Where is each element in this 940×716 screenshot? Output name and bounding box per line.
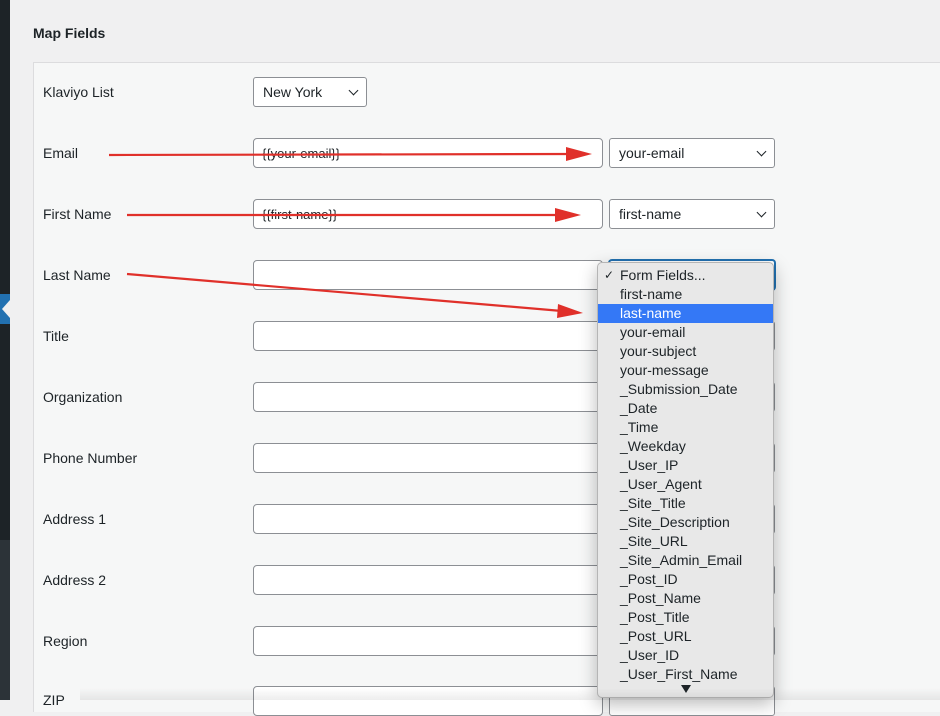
dropdown-option-label: _User_ID <box>620 647 680 663</box>
menu-pointer-icon <box>2 300 10 318</box>
dropdown-option-label: _Site_Admin_Email <box>620 552 743 568</box>
dropdown-option-label: _Post_ID <box>620 571 678 587</box>
dropdown-option-label: your-subject <box>620 343 697 359</box>
dropdown-option[interactable]: first-name <box>598 285 773 304</box>
dropdown-option[interactable]: _Site_Admin_Email <box>598 551 773 570</box>
klaviyo-list-value: New York <box>263 84 323 100</box>
dropdown-option-label: _User_IP <box>620 457 679 473</box>
dropdown-option[interactable]: _Submission_Date <box>598 380 773 399</box>
label-email: Email <box>43 145 79 161</box>
label-first-name: First Name <box>43 206 112 222</box>
phone-number-field[interactable] <box>253 443 603 473</box>
label-address-1: Address 1 <box>43 511 107 527</box>
dropdown-option[interactable]: _Site_URL <box>598 532 773 551</box>
email-select-value: your-email <box>619 145 685 161</box>
dropdown-option-label: Form Fields... <box>620 267 706 283</box>
label-title: Title <box>43 328 69 344</box>
label-klaviyo-list: Klaviyo List <box>43 84 114 100</box>
checkmark-icon: ✓ <box>604 268 615 282</box>
dropdown-option[interactable]: your-message <box>598 361 773 380</box>
dropdown-option[interactable]: _User_IP <box>598 456 773 475</box>
dropdown-option-label: _Post_Title <box>620 609 690 625</box>
region-field[interactable] <box>253 626 603 656</box>
dropdown-option-label: _Time <box>620 419 659 435</box>
dropdown-option-label: _Site_Description <box>620 514 730 530</box>
chevron-down-icon <box>348 85 359 96</box>
last-name-field[interactable] <box>253 260 603 290</box>
dropdown-option[interactable]: ✓ Form Fields... <box>598 266 773 285</box>
dropdown-option[interactable]: your-subject <box>598 342 773 361</box>
dropdown-option-label: _Post_URL <box>620 628 692 644</box>
dropdown-option[interactable]: _Weekday <box>598 437 773 456</box>
dropdown-option[interactable]: _Post_Title <box>598 608 773 627</box>
address-2-field[interactable] <box>253 565 603 595</box>
organization-field[interactable] <box>253 382 603 412</box>
dropdown-option-label: first-name <box>620 286 683 302</box>
dropdown-option-label: your-email <box>620 324 686 340</box>
section-title: Map Fields <box>33 25 106 41</box>
dropdown-option[interactable]: _Time <box>598 418 773 437</box>
window-shadow <box>80 688 940 700</box>
label-phone-number: Phone Number <box>43 450 138 466</box>
first-name-select-value: first-name <box>619 206 682 222</box>
dropdown-option[interactable]: your-email <box>598 323 773 342</box>
chevron-down-icon <box>756 146 767 157</box>
klaviyo-list-select[interactable]: New York <box>253 77 367 107</box>
email-field[interactable] <box>253 138 603 168</box>
dropdown-option-label: _Post_Name <box>620 590 701 606</box>
label-last-name: Last Name <box>43 267 111 283</box>
email-form-field-select[interactable]: your-email <box>609 138 775 168</box>
label-organization: Organization <box>43 389 123 405</box>
form-fields-dropdown[interactable]: ✓ Form Fields... first-name last-name your-e… <box>597 262 774 698</box>
dropdown-option[interactable]: _Site_Title <box>598 494 773 513</box>
dropdown-option[interactable]: _Post_Name <box>598 589 773 608</box>
dropdown-option[interactable]: _Post_ID <box>598 570 773 589</box>
label-address-2: Address 2 <box>43 572 107 588</box>
address-1-field[interactable] <box>253 504 603 534</box>
chevron-down-icon <box>756 207 767 218</box>
dropdown-option-label: last-name <box>620 305 682 321</box>
dropdown-option-label: _User_First_Name <box>620 666 738 682</box>
dropdown-option[interactable]: _User_ID <box>598 646 773 665</box>
dropdown-option-label: _Submission_Date <box>620 381 738 397</box>
label-zip: ZIP <box>43 692 65 708</box>
title-field[interactable] <box>253 321 603 351</box>
admin-sidebar-lower <box>0 540 10 700</box>
dropdown-option-label: _Weekday <box>620 438 686 454</box>
dropdown-option[interactable]: _Post_URL <box>598 627 773 646</box>
dropdown-option-label: your-message <box>620 362 709 378</box>
dropdown-option[interactable]: _Date <box>598 399 773 418</box>
dropdown-option-label: _Date <box>620 400 658 416</box>
dropdown-option-label: _User_Agent <box>620 476 702 492</box>
dropdown-option[interactable]: _Site_Description <box>598 513 773 532</box>
first-name-field[interactable] <box>253 199 603 229</box>
dropdown-option[interactable]: _User_Agent <box>598 475 773 494</box>
dropdown-option[interactable]: _User_First_Name <box>598 665 773 684</box>
dropdown-option[interactable]: last-name <box>598 304 773 323</box>
dropdown-option-label: _Site_Title <box>620 495 686 511</box>
dropdown-option-label: _Site_URL <box>620 533 688 549</box>
label-region: Region <box>43 633 88 649</box>
first-name-form-field-select[interactable]: first-name <box>609 199 775 229</box>
